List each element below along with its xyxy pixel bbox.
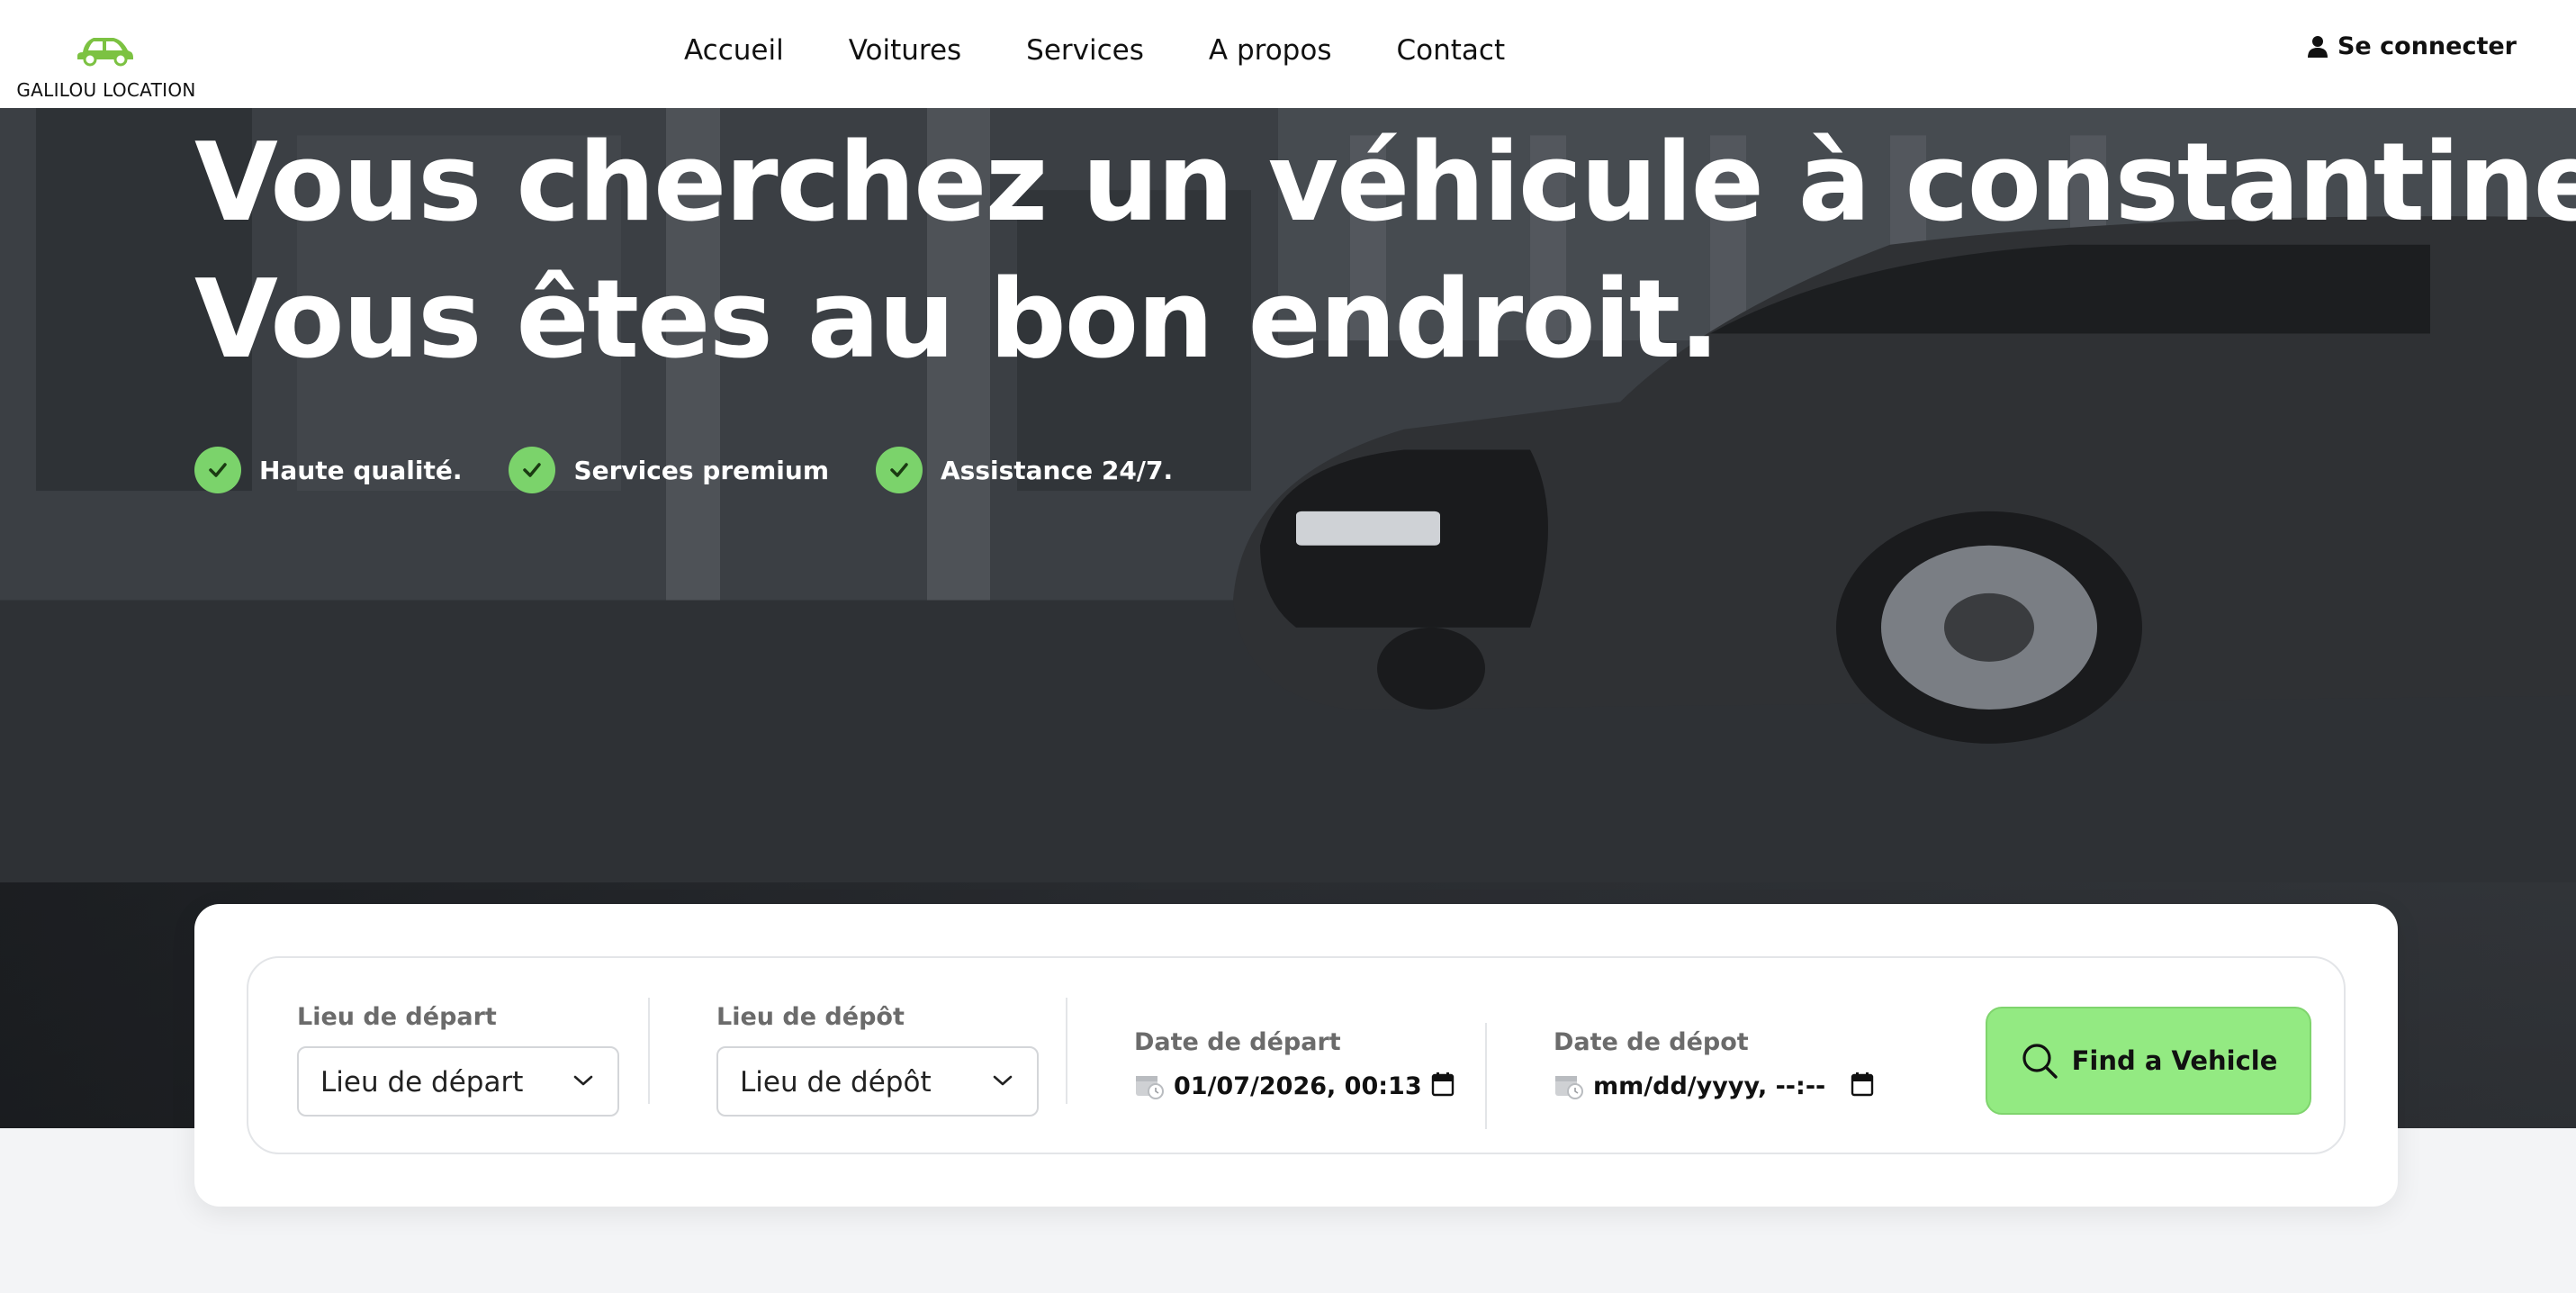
field-divider [1066,998,1067,1104]
pickup-select-value: Lieu de départ [320,1066,524,1099]
field-divider [648,998,650,1104]
feature-item: Assistance 24/7. [876,447,1173,493]
site-header: GALILOU LOCATION Accueil Voitures Servic… [0,0,2576,108]
pickup-field: Lieu de départ Lieu de départ [248,958,644,1156]
feature-item: Services premium [509,447,829,493]
chevron-down-icon [573,1075,593,1086]
hero-title-line-2: Vous êtes au bon endroit. [194,258,1720,383]
feature-label: Assistance 24/7. [941,455,1174,485]
calendar-icon[interactable] [1431,1071,1455,1097]
nav-item-accueil[interactable]: Accueil [684,34,784,67]
nav-item-services[interactable]: Services [1026,34,1144,67]
start-date-input[interactable]: 01/07/2026, 00:13 [1134,1071,1458,1100]
check-icon [876,447,923,493]
main-nav: Accueil Voitures Services A propos Conta… [684,0,1570,101]
dropoff-select-value: Lieu de dépôt [740,1066,932,1099]
calendar-icon[interactable] [1851,1071,1874,1097]
brand-logo[interactable]: GALILOU LOCATION [16,27,196,103]
end-date-value: mm/dd/yyyy, --:-- [1593,1071,1826,1100]
feature-item: Haute qualité. [194,447,462,493]
login-button[interactable]: Se connecter [2307,32,2517,60]
nav-item-voitures[interactable]: Voitures [849,34,961,67]
field-divider [1485,1023,1487,1129]
dropoff-select[interactable]: Lieu de dépôt [716,1046,1039,1117]
check-icon [194,447,241,493]
hero-title-line-1: Vous cherchez un véhicule à constantine … [194,121,2576,246]
hero-title: Vous cherchez un véhicule à constantine … [194,115,2576,389]
car-icon [77,38,133,67]
feature-label: Haute qualité. [259,455,463,485]
pickup-label: Lieu de départ [297,1003,497,1031]
vehicle-search-card: Lieu de départ Lieu de départ Lieu de dé… [194,904,2398,1207]
end-date-field: Date de dépot mm/dd/yyyy, --:-- [1505,958,1901,1156]
nav-item-contact[interactable]: Contact [1396,34,1505,67]
find-vehicle-button[interactable]: Find a Vehicle [1986,1007,2311,1115]
pickup-select[interactable]: Lieu de départ [297,1046,619,1117]
start-date-value: 01/07/2026, 00:13 [1174,1071,1422,1100]
nav-item-a-propos[interactable]: A propos [1209,34,1332,67]
calendar-clock-icon [1136,1076,1164,1099]
find-vehicle-label: Find a Vehicle [2071,1045,2278,1076]
feature-list: Haute qualité. Services premium Assistan… [194,447,1220,493]
search-icon [2022,1044,2058,1079]
feature-label: Services premium [573,455,830,485]
dropoff-label: Lieu de dépôt [716,1003,905,1031]
dropoff-field: Lieu de dépôt Lieu de dépôt [671,958,1067,1156]
brand-name: GALILOU LOCATION [16,79,196,101]
check-icon [509,447,556,493]
start-date-field: Date de départ 01/07/2026, 00:13 [1085,958,1482,1156]
login-label: Se connecter [2337,32,2517,60]
end-date-label: Date de dépot [1554,1028,1749,1056]
vehicle-search-form: Lieu de départ Lieu de départ Lieu de dé… [247,956,2346,1154]
chevron-down-icon [993,1075,1013,1086]
end-date-input[interactable]: mm/dd/yyyy, --:-- [1554,1071,1878,1100]
start-date-label: Date de départ [1134,1028,1341,1056]
user-icon [2307,35,2328,58]
calendar-clock-icon [1555,1076,1583,1099]
